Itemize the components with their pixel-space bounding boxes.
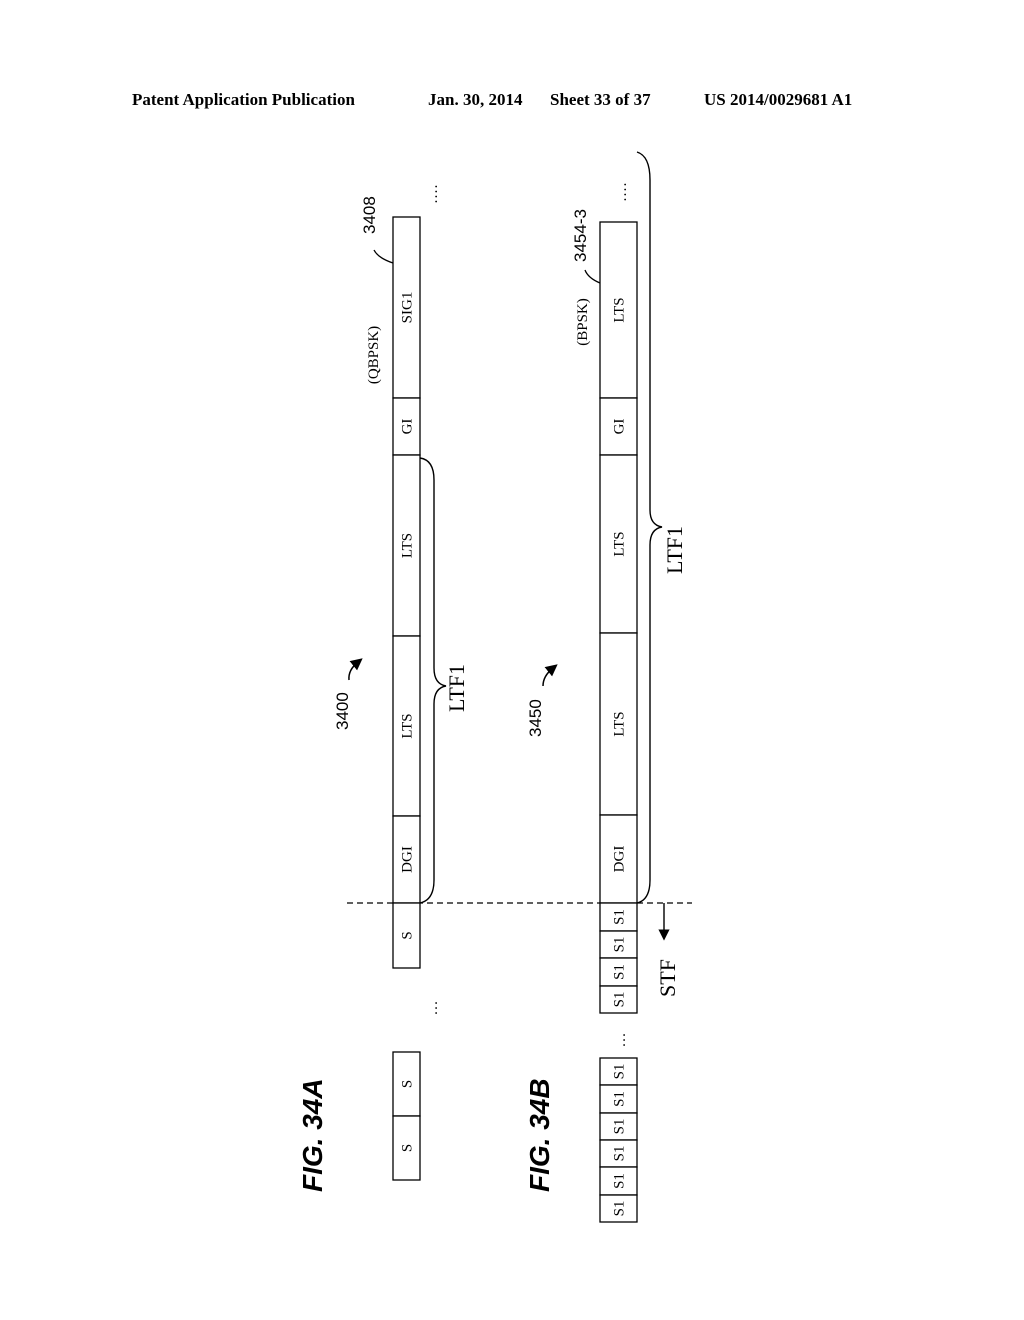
fig34b-modulation-label: (BPSK) xyxy=(575,298,591,346)
fig34b-pre-segment-label: S1 xyxy=(612,1173,628,1189)
fig34b-main-segment-label: S1 xyxy=(612,937,628,953)
fig34b-preceding-frame: S1 S1 S1 S1 S1 S1 xyxy=(599,1057,638,1223)
fig34a-title: FIG. 34A xyxy=(297,1078,328,1192)
fig34b-main-segment-label: GI xyxy=(612,419,628,435)
fig34b-main-segment-label: DGI xyxy=(612,846,628,873)
fig34a-main-segment-label: S xyxy=(400,931,416,939)
fig34a-main-segment-label: GI xyxy=(400,419,416,435)
fig34a-preceding-frame: SS xyxy=(392,1051,421,1181)
fig34a-main-segment-label: LTS xyxy=(400,533,416,558)
fig34b-pre-segment-label: S1 xyxy=(612,1201,628,1217)
fig34b-main-segment-label: S1 xyxy=(612,992,628,1008)
fig34a-middle-ellipsis: ··· xyxy=(429,1001,445,1016)
fig34a-trailing-ellipsis: ···· xyxy=(429,184,445,204)
fig34b-main-segment-label: S1 xyxy=(612,909,628,925)
fig34b-pre-segment-label: S1 xyxy=(612,1146,628,1162)
fig34a-callout-number: 3408 xyxy=(360,196,379,234)
fig34b-ltf1-bracket xyxy=(636,151,663,904)
fig34b-pre-segment-label: S1 xyxy=(612,1064,628,1080)
fig34a-main-segment-label: DGI xyxy=(400,846,416,873)
fig34a-pre-segment-label: S xyxy=(400,1144,416,1152)
fig34b-main-segment-label: LTS xyxy=(612,531,628,556)
fig34b-pre-segment-label: S1 xyxy=(612,1119,628,1135)
fig34b-reference-arrow xyxy=(542,664,558,687)
fig34a-main-frame: SIG1 GI LTS LTS DGI S xyxy=(392,216,421,969)
frame-structure-diagram: SIG1GILTSLTSDGIS SS FIG. 34A 3400 3408 (… xyxy=(297,151,692,1223)
fig34b-callout-leader xyxy=(584,269,601,284)
fig34b-main-segment-label: LTS xyxy=(612,711,628,736)
fig34b-stf-label: STF xyxy=(655,959,680,997)
fig34b-main-segment-label: LTS xyxy=(612,297,628,322)
fig34b-ltf1-label: LTF1 xyxy=(662,526,687,574)
fig34a-main-segment-label: SIG1 xyxy=(400,292,416,324)
fig34a-main-segment-label: LTS xyxy=(400,713,416,738)
fig34b-middle-ellipsis: ··· xyxy=(617,1033,633,1048)
fig34b-callout-number: 3454-3 xyxy=(571,209,590,262)
fig34a-ltf1-label: LTF1 xyxy=(444,664,469,712)
fig34a-modulation-label: (QBPSK) xyxy=(366,326,382,384)
fig34a-pre-segment-label: S xyxy=(400,1080,416,1088)
fig34a-reference-arrow xyxy=(348,658,363,681)
fig34a-callout-leader xyxy=(373,249,394,264)
fig34b-main-segment-label: S1 xyxy=(612,964,628,980)
fig34a-reference-number: 3400 xyxy=(333,692,352,730)
fig34b-pre-segment-label: S1 xyxy=(612,1091,628,1107)
fig34b-trailing-ellipsis: ···· xyxy=(618,182,634,202)
fig34b-title: FIG. 34B xyxy=(524,1078,555,1192)
fig34a-ltf1-bracket xyxy=(419,457,447,904)
fig34b-main-frame: LTS GI LTS LTS DGI S1 S1 S1 S1 xyxy=(599,221,638,1014)
fig34b-reference-number: 3450 xyxy=(526,699,545,737)
